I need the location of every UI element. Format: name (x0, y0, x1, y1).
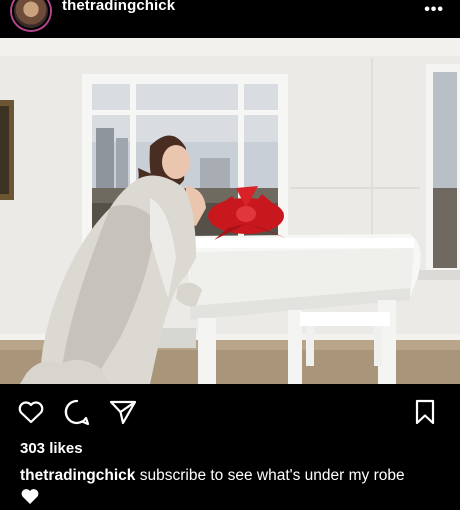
caption: thetradingchick subscribe to see what's … (20, 467, 405, 485)
heart-icon[interactable] (16, 397, 46, 427)
caption-username[interactable]: thetradingchick (20, 467, 135, 484)
post-image (0, 38, 460, 384)
avatar[interactable] (12, 0, 50, 30)
bookmark-icon[interactable] (410, 397, 440, 427)
heart-icon[interactable] (20, 486, 40, 506)
send-icon[interactable] (108, 397, 138, 427)
post-photo[interactable] (0, 38, 460, 384)
likes-count[interactable]: 303 likes (20, 440, 83, 457)
post-header: thetradingchick ••• (0, 0, 460, 38)
caption-text: subscribe to see what's under my robe (135, 467, 405, 484)
post-actions (0, 384, 460, 440)
comment-icon[interactable] (62, 397, 92, 427)
more-horizontal-icon[interactable]: ••• (424, 1, 444, 19)
post-username[interactable]: thetradingchick (62, 0, 175, 14)
